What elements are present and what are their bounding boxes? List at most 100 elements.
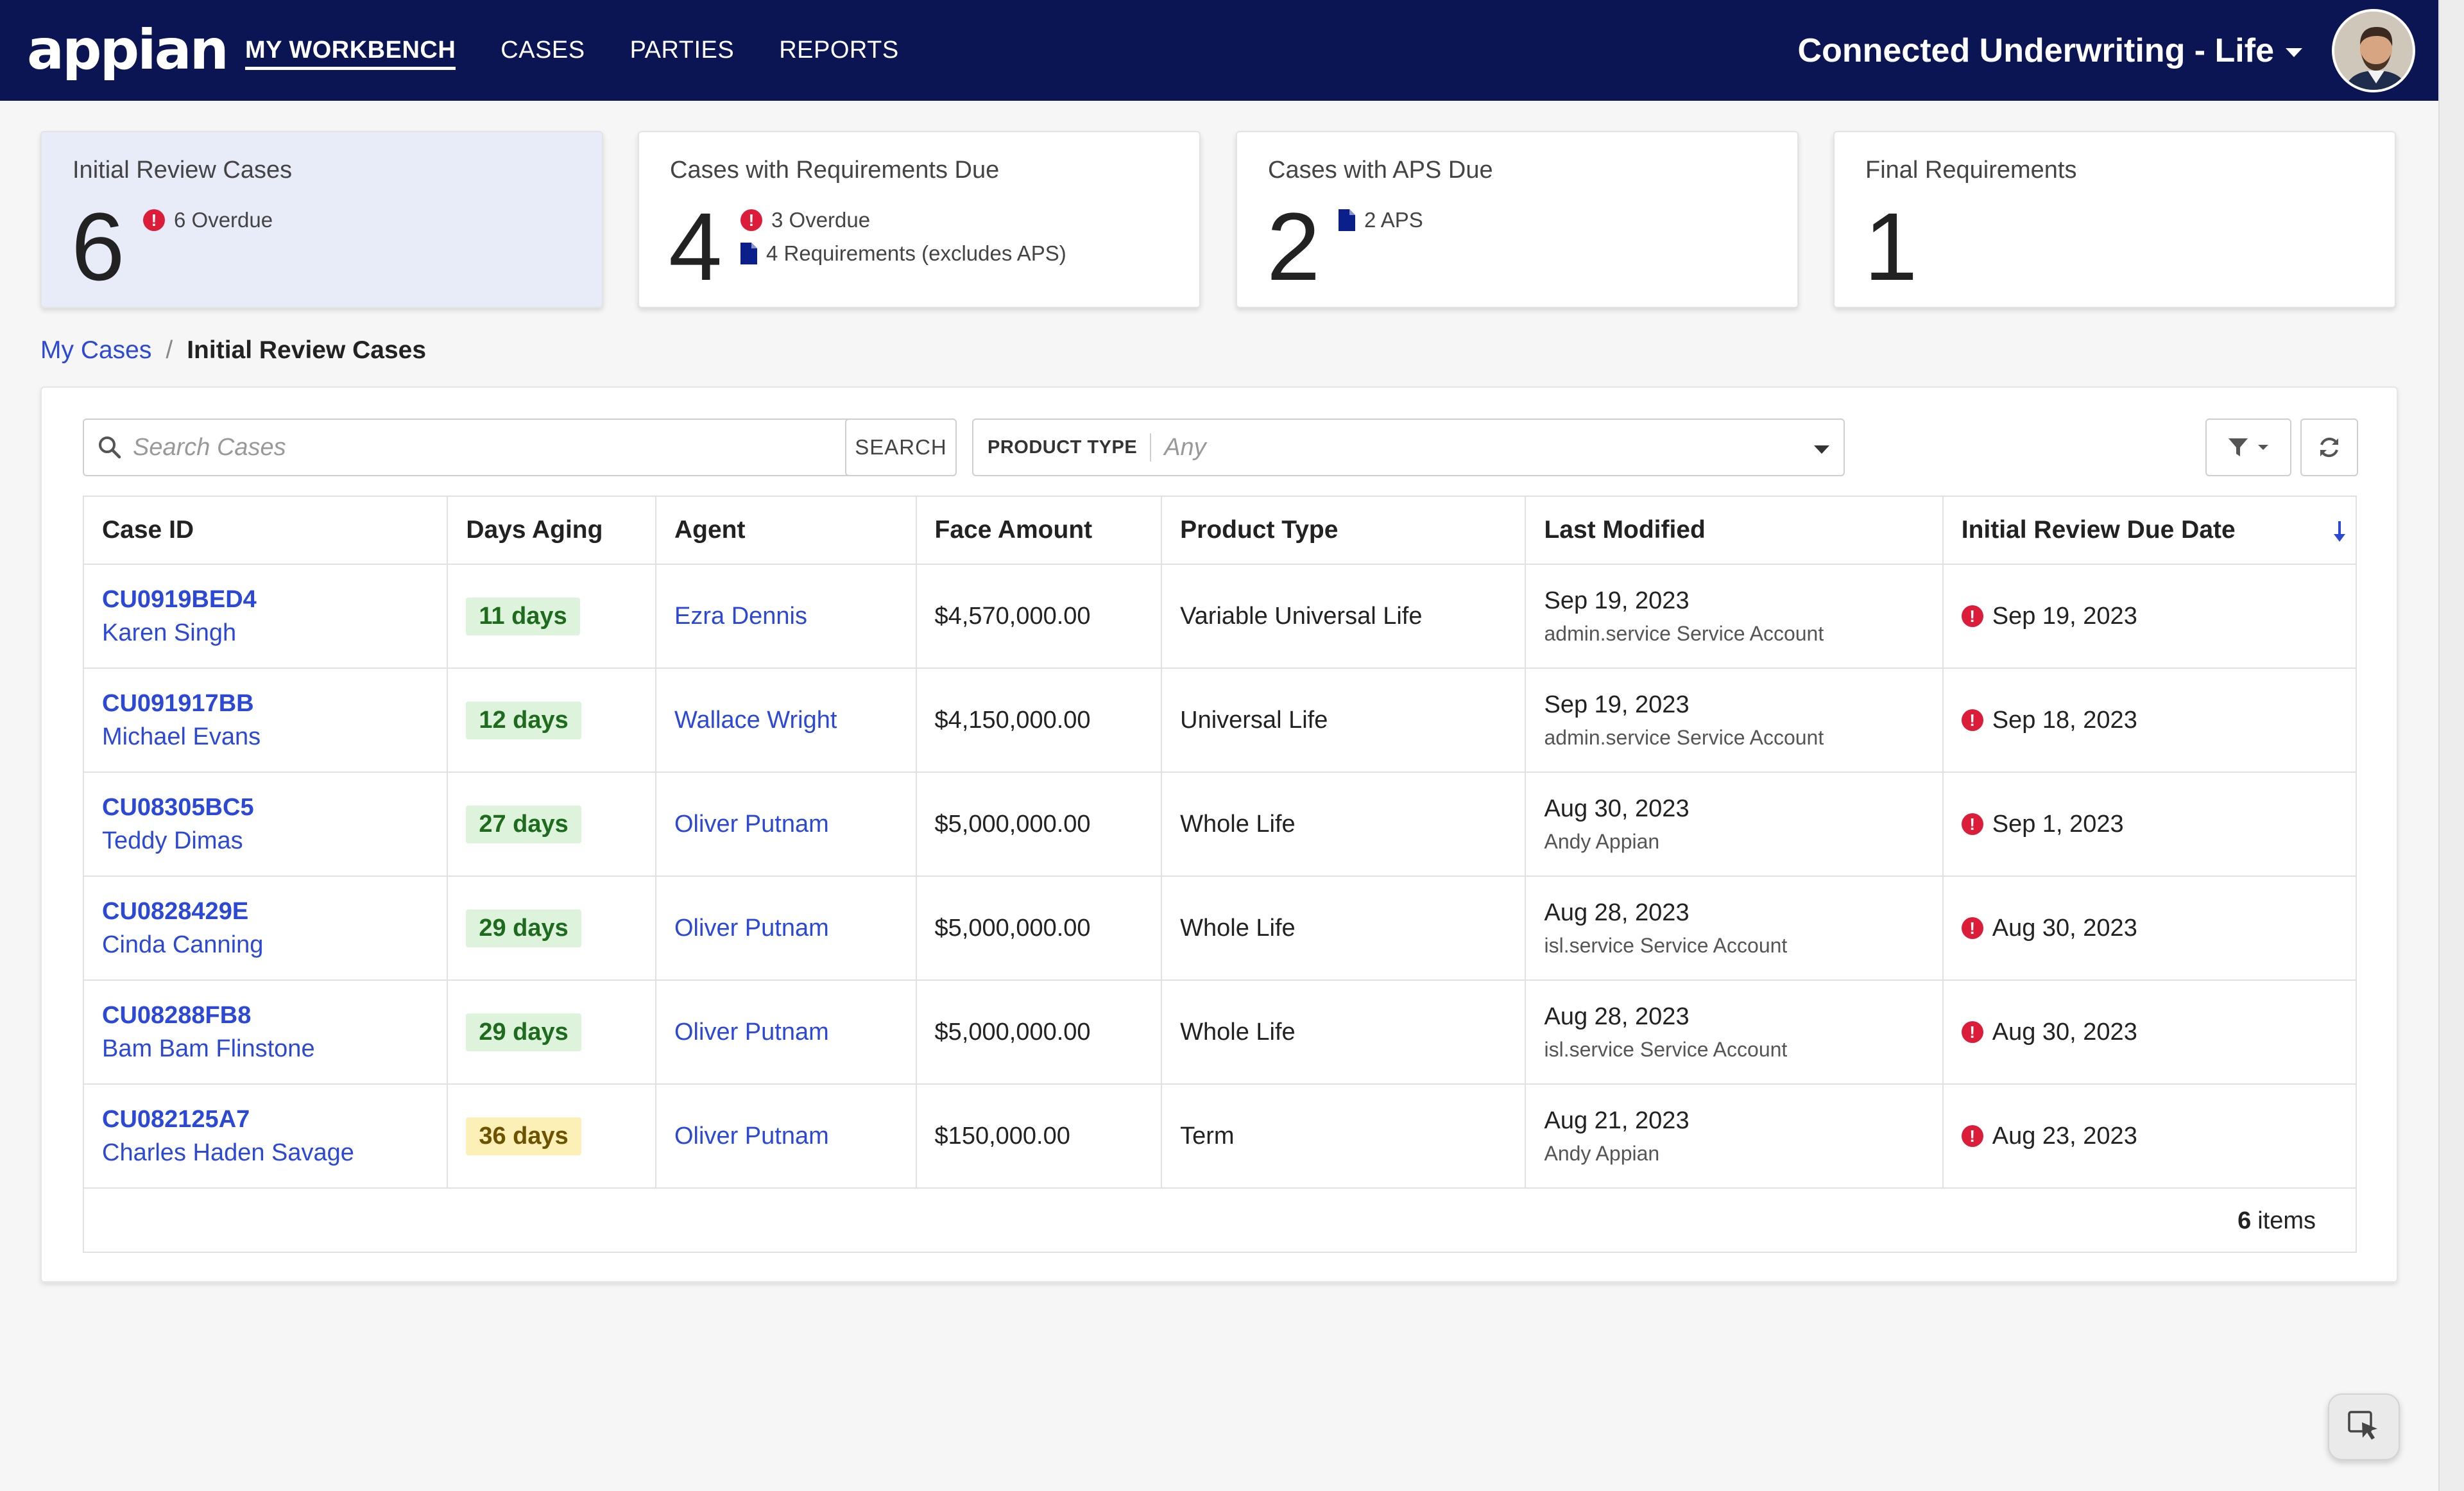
- kpi-final-requirements[interactable]: Final Requirements 1: [1833, 131, 2396, 308]
- insured-name-link[interactable]: Michael Evans: [102, 720, 447, 754]
- chevron-down-icon: [2286, 47, 2302, 57]
- face-amount-cell: $5,000,000.00: [917, 877, 1163, 979]
- product-type-cell: Universal Life: [1162, 669, 1527, 771]
- due-date-text: Sep 19, 2023: [1992, 602, 2137, 630]
- case-id-cell: CU0919BED4 Karen Singh: [84, 565, 449, 668]
- kpi-aps-text: 2 APS: [1364, 208, 1423, 232]
- user-avatar[interactable]: [2332, 9, 2415, 92]
- agent-cell: Oliver Putnam: [656, 773, 917, 875]
- days-aging-badge: 29 days: [466, 1013, 581, 1051]
- agent-cell: Oliver Putnam: [656, 981, 917, 1083]
- column-header-agent[interactable]: Agent: [656, 497, 917, 564]
- column-header-days-aging[interactable]: Days Aging: [448, 497, 656, 564]
- column-header-case-id[interactable]: Case ID: [84, 497, 449, 564]
- agent-link[interactable]: Oliver Putnam: [674, 1123, 916, 1150]
- grid-footer: 6 items: [84, 1189, 2356, 1253]
- app-title-text: Connected Underwriting - Life: [1797, 31, 2274, 69]
- column-header-due-date[interactable]: Initial Review Due Date: [1944, 497, 2356, 564]
- table-row: CU082125A7 Charles Haden Savage 36 days …: [84, 1085, 2356, 1189]
- dropdown-divider: [1150, 433, 1152, 461]
- modified-date: Sep 19, 2023: [1544, 691, 1690, 718]
- due-date-cell: ! Aug 30, 2023: [1944, 877, 2356, 979]
- refresh-button[interactable]: [2300, 418, 2358, 476]
- alert-icon: !: [1961, 709, 1983, 731]
- alert-icon: !: [1961, 813, 1983, 835]
- product-type: Whole Life: [1180, 914, 1296, 942]
- table-row: CU0919BED4 Karen Singh 11 days Ezra Denn…: [84, 565, 2356, 669]
- nav-my-workbench[interactable]: MY WORKBENCH: [245, 0, 456, 101]
- last-modified-cell: Sep 19, 2023 admin.service Service Accou…: [1526, 669, 1944, 771]
- insured-name-link[interactable]: Karen Singh: [102, 616, 447, 650]
- case-id-link[interactable]: CU0828429E: [102, 895, 447, 928]
- breadcrumb-my-cases[interactable]: My Cases: [40, 336, 151, 365]
- case-id-link[interactable]: CU08305BC5: [102, 791, 447, 824]
- nav-cases[interactable]: CASES: [501, 0, 585, 101]
- last-modified-cell: Aug 21, 2023 Andy Appian: [1526, 1085, 1944, 1187]
- agent-link[interactable]: Oliver Putnam: [674, 1019, 916, 1046]
- face-amount-cell: $5,000,000.00: [917, 773, 1163, 875]
- document-icon: [740, 243, 757, 264]
- search-button[interactable]: SEARCH: [845, 418, 957, 476]
- product-type-cell: Term: [1162, 1085, 1527, 1187]
- face-amount: $5,000,000.00: [934, 914, 1091, 942]
- case-id-link[interactable]: CU0919BED4: [102, 583, 447, 616]
- search-input[interactable]: [133, 433, 839, 461]
- days-aging-cell: 36 days: [448, 1085, 656, 1187]
- filter-menu-button[interactable]: [2205, 418, 2291, 476]
- due-date-cell: ! Aug 23, 2023: [1944, 1085, 2356, 1187]
- product-type-cell: Variable Universal Life: [1162, 565, 1527, 668]
- appian-logo[interactable]: appian: [27, 18, 229, 82]
- kpi-initial-review-cases[interactable]: Initial Review Cases 6 ! 6 Overdue: [40, 131, 603, 308]
- window-scrollbar[interactable]: [2438, 0, 2464, 1491]
- case-id-link[interactable]: CU082125A7: [102, 1103, 447, 1136]
- kpi-overdue-line: ! 3 Overdue: [740, 208, 870, 232]
- kpi-count: 6: [71, 193, 125, 300]
- modified-by: isl.service Service Account: [1544, 1038, 1788, 1061]
- due-date: ! Sep 1, 2023: [1961, 811, 2356, 838]
- product-type-dropdown[interactable]: PRODUCT TYPE Any: [972, 418, 1845, 476]
- kpi-requirements-line: 4 Requirements (excludes APS): [740, 241, 1066, 266]
- floating-select-button[interactable]: [2328, 1393, 2400, 1460]
- due-date: ! Aug 23, 2023: [1961, 1123, 2356, 1150]
- table-row: CU08305BC5 Teddy Dimas 27 days Oliver Pu…: [84, 773, 2356, 877]
- modified-date: Sep 19, 2023: [1544, 587, 1690, 614]
- nav-parties[interactable]: PARTIES: [630, 0, 735, 101]
- column-header-face-amount[interactable]: Face Amount: [917, 497, 1163, 564]
- user-avatar-icon: [2334, 12, 2413, 90]
- case-id-link[interactable]: CU08288FB8: [102, 999, 447, 1032]
- sort-down-arrow-icon[interactable]: [2332, 520, 2347, 543]
- insured-name-link[interactable]: Cinda Canning: [102, 928, 447, 961]
- table-row: CU0828429E Cinda Canning 29 days Oliver …: [84, 877, 2356, 981]
- kpi-title: Cases with Requirements Due: [670, 157, 1000, 184]
- due-date-text: Sep 18, 2023: [1992, 706, 2137, 734]
- insured-name-link[interactable]: Bam Bam Flinstone: [102, 1032, 447, 1065]
- case-id-cell: CU091917BB Michael Evans: [84, 669, 449, 771]
- nav-reports[interactable]: REPORTS: [779, 0, 899, 101]
- kpi-title: Initial Review Cases: [73, 157, 293, 184]
- insured-name-link[interactable]: Teddy Dimas: [102, 824, 447, 858]
- column-header-due-date-label: Initial Review Due Date: [1961, 516, 2236, 544]
- column-header-last-modified[interactable]: Last Modified: [1526, 497, 1944, 564]
- cases-grid: Case ID Days Aging Agent Face Amount Pro…: [83, 496, 2357, 1253]
- due-date: ! Sep 19, 2023: [1961, 602, 2356, 630]
- app-switcher[interactable]: Connected Underwriting - Life: [1798, 0, 2302, 101]
- kpi-aps-due[interactable]: Cases with APS Due 2 2 APS: [1236, 131, 1799, 308]
- case-id-cell: CU082125A7 Charles Haden Savage: [84, 1085, 449, 1187]
- insured-name-link[interactable]: Charles Haden Savage: [102, 1136, 447, 1169]
- column-header-product-type[interactable]: Product Type: [1162, 497, 1527, 564]
- search-box[interactable]: [83, 418, 880, 476]
- kpi-overdue-line: ! 6 Overdue: [143, 208, 273, 232]
- case-id-cell: CU0828429E Cinda Canning: [84, 877, 449, 979]
- kpi-aps-line: 2 APS: [1339, 208, 1423, 232]
- search-icon: [99, 436, 121, 459]
- agent-link[interactable]: Ezra Dennis: [674, 603, 916, 630]
- face-amount: $5,000,000.00: [934, 1018, 1091, 1046]
- agent-link[interactable]: Oliver Putnam: [674, 915, 916, 942]
- agent-link[interactable]: Oliver Putnam: [674, 811, 916, 838]
- cases-panel: SEARCH PRODUCT TYPE Any Case ID Days Agi…: [40, 386, 2398, 1282]
- case-id-link[interactable]: CU091917BB: [102, 687, 447, 720]
- case-id-cell: CU08305BC5 Teddy Dimas: [84, 773, 449, 875]
- agent-link[interactable]: Wallace Wright: [674, 707, 916, 734]
- kpi-requirements-due[interactable]: Cases with Requirements Due 4 ! 3 Overdu…: [638, 131, 1201, 308]
- kpi-count: 4: [669, 193, 723, 300]
